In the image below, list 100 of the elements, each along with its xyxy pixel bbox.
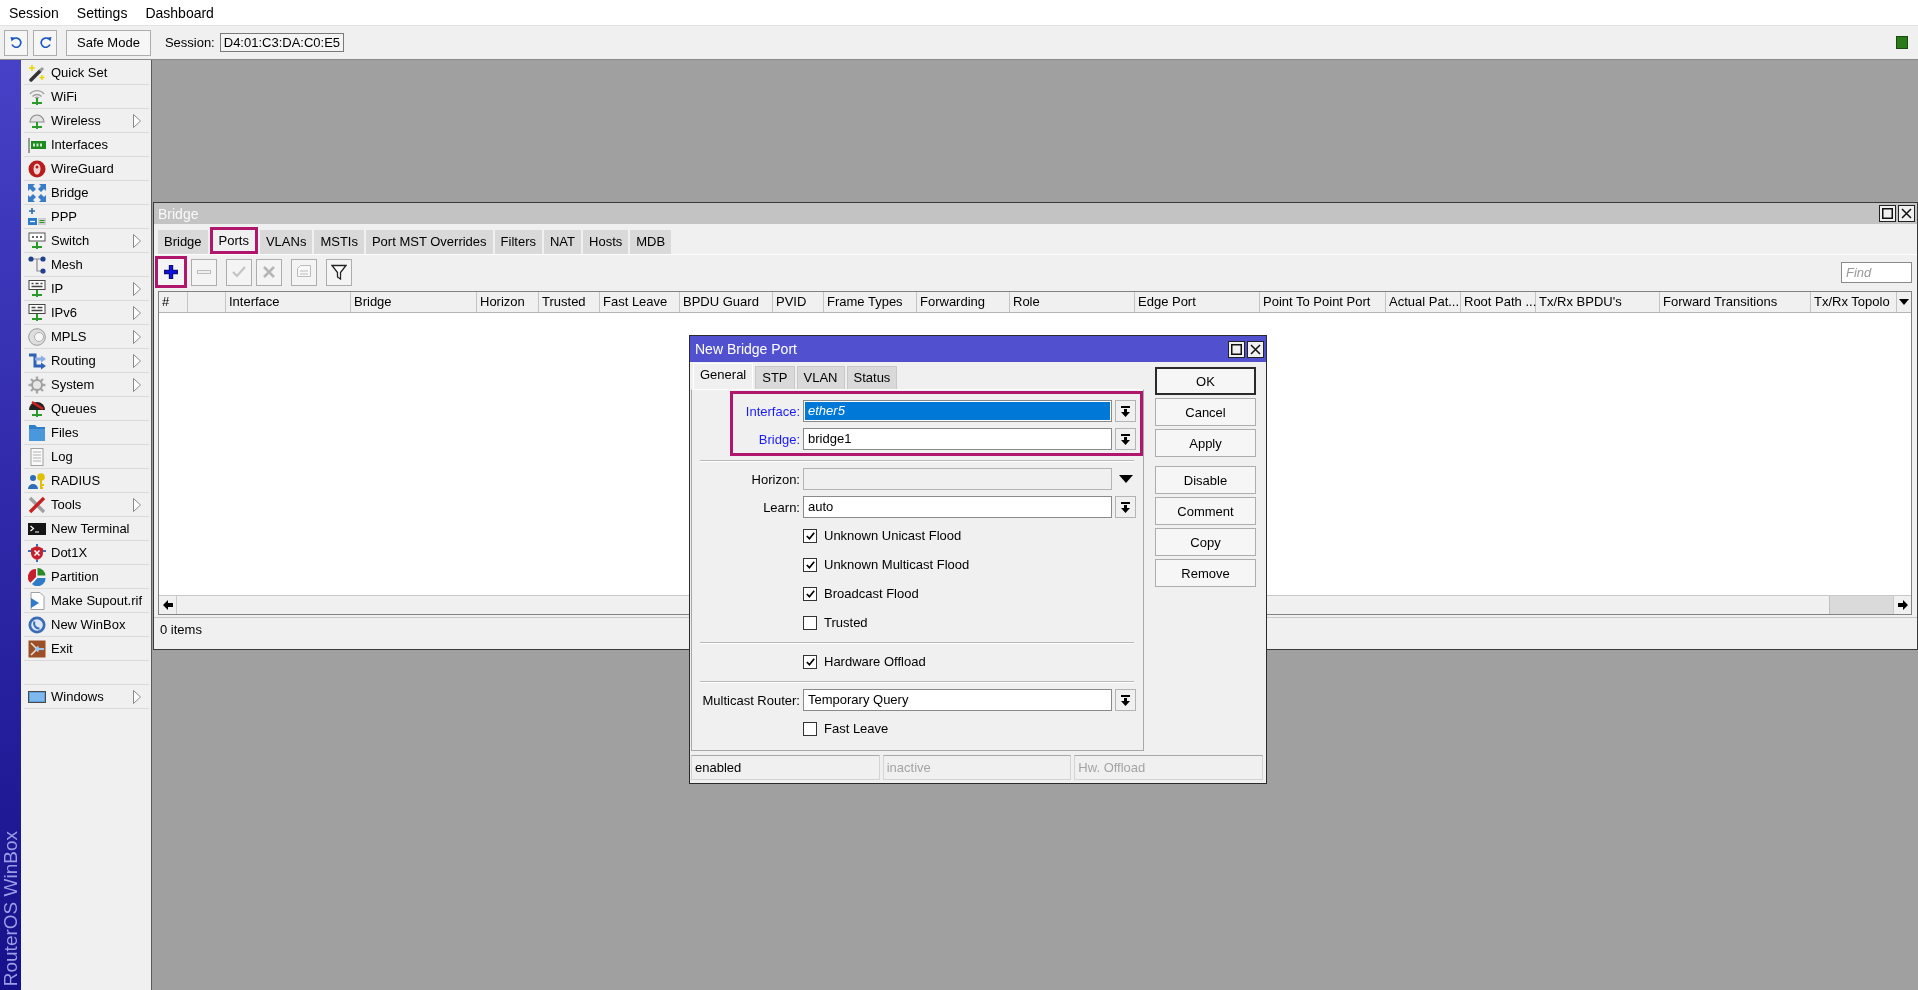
menu-item[interactable]: Settings	[67, 2, 137, 23]
close-button[interactable]	[1247, 340, 1264, 358]
column-header[interactable]: Frame Types	[824, 292, 917, 312]
scroll-right-button[interactable]	[1893, 596, 1911, 614]
sidebar-item[interactable]: MPLS	[24, 325, 149, 349]
action-button[interactable]: Comment	[1155, 497, 1256, 525]
sidebar-item[interactable]: Bridge	[24, 181, 149, 205]
caret-icon[interactable]	[1118, 475, 1133, 483]
sidebar-item[interactable]: Quick Set	[24, 61, 149, 85]
checkbox[interactable]	[803, 654, 817, 669]
column-header[interactable]: Interface	[226, 292, 351, 312]
sidebar-item[interactable]: Dot1X	[24, 541, 149, 565]
sidebar-item[interactable]: Windows	[24, 685, 149, 709]
checkmark-icon	[805, 560, 815, 569]
file-icon	[28, 591, 46, 610]
sidebar-item[interactable]: Queues	[24, 397, 149, 421]
checkbox[interactable]	[803, 721, 817, 736]
tab[interactable]: STP	[755, 366, 795, 389]
gear-icon	[28, 375, 46, 394]
sidebar-item[interactable]: WireGuard	[24, 157, 149, 181]
sidebar-item[interactable]: New Terminal	[24, 517, 149, 541]
sidebar-item[interactable]: Routing	[24, 349, 149, 373]
sidebar-item[interactable]: Tools	[24, 493, 149, 517]
safe-mode-button[interactable]: Safe Mode	[66, 29, 151, 56]
action-button[interactable]: OK	[1155, 367, 1256, 395]
close-button[interactable]	[1898, 205, 1915, 222]
select-field[interactable]: ether5	[803, 400, 1112, 422]
tab[interactable]: MSTIs	[314, 230, 364, 254]
left-arrow-icon	[162, 600, 173, 610]
sidebar-item[interactable]: New WinBox	[24, 613, 149, 637]
column-header[interactable]: Bridge	[351, 292, 477, 312]
select-field[interactable]: bridge1	[803, 428, 1112, 450]
sidebar-item[interactable]: Mesh	[24, 253, 149, 277]
column-header[interactable]: Tx/Rx Topolo	[1811, 292, 1897, 312]
sidebar-item[interactable]: WiFi	[24, 85, 149, 109]
column-header[interactable]: Tx/Rx BPDU's	[1536, 292, 1660, 312]
column-header[interactable]: Edge Port	[1135, 292, 1260, 312]
column-header[interactable]: Horizon	[477, 292, 539, 312]
column-header[interactable]: Point To Point Port	[1260, 292, 1386, 312]
column-header[interactable]: Root Path ...	[1461, 292, 1536, 312]
maximize-button[interactable]	[1228, 340, 1245, 358]
sidebar-item[interactable]: Interfaces	[24, 133, 149, 157]
tab[interactable]: Status	[846, 366, 898, 389]
dropdown-button[interactable]	[1115, 428, 1136, 450]
sidebar-item[interactable]: Wireless	[24, 109, 149, 133]
action-button[interactable]: Disable	[1155, 466, 1256, 494]
menu-item[interactable]: Dashboard	[136, 2, 223, 23]
sidebar-item[interactable]: PPP	[24, 205, 149, 229]
sidebar-item[interactable]: Log	[24, 445, 149, 469]
checkbox[interactable]	[803, 615, 817, 630]
select-field[interactable]: auto	[803, 496, 1112, 518]
column-header[interactable]: Forwarding	[917, 292, 1010, 312]
tab[interactable]: Hosts	[583, 230, 629, 254]
action-button[interactable]: Copy	[1155, 528, 1256, 556]
tab[interactable]: VLANs	[259, 230, 313, 254]
sidebar-item[interactable]: RADIUS	[24, 469, 149, 493]
sidebar-item[interactable]: Files	[24, 421, 149, 445]
column-header[interactable]: #	[159, 292, 188, 312]
sidebar-item[interactable]: System	[24, 373, 149, 397]
tab[interactable]: Bridge	[158, 230, 208, 254]
caret-icon[interactable]	[1899, 299, 1909, 305]
column-header[interactable]: Trusted	[539, 292, 600, 312]
column-header[interactable]: Forward Transitions	[1660, 292, 1811, 312]
sidebar-item[interactable]: IP	[24, 277, 149, 301]
session-field[interactable]: D4:01:C3:DA:C0:E5	[219, 33, 345, 52]
find-field[interactable]: Find	[1841, 261, 1912, 283]
tab[interactable]: NAT	[543, 230, 581, 254]
add-button[interactable]	[155, 256, 187, 288]
menu-item[interactable]: Session	[0, 2, 68, 23]
sidebar-item[interactable]: Exit	[24, 637, 149, 661]
tab[interactable]: General	[693, 363, 754, 389]
sidebar-item[interactable]: IPv6	[24, 301, 149, 325]
column-header[interactable]: PVID	[773, 292, 824, 312]
select-field[interactable]: Temporary Query	[803, 689, 1112, 711]
column-header[interactable]: BPDU Guard	[680, 292, 773, 312]
undo-button[interactable]	[4, 29, 28, 56]
action-button[interactable]: Apply	[1155, 429, 1256, 457]
sidebar-item[interactable]: Make Supout.rif	[24, 589, 149, 613]
filter-button[interactable]	[326, 258, 352, 286]
tab[interactable]: VLAN	[796, 366, 845, 389]
tab[interactable]: Filters	[494, 230, 542, 254]
sidebar-item[interactable]: Switch	[24, 229, 149, 253]
tab[interactable]: MDB	[630, 230, 672, 254]
dropdown-button[interactable]	[1115, 689, 1136, 711]
redo-button[interactable]	[33, 29, 57, 56]
tab[interactable]: Port MST Overrides	[365, 230, 493, 254]
checkbox[interactable]	[803, 528, 817, 543]
column-header[interactable]: Fast Leave	[600, 292, 680, 312]
checkbox[interactable]	[803, 586, 817, 601]
sidebar-item[interactable]: Partition	[24, 565, 149, 589]
dropdown-button[interactable]	[1115, 496, 1136, 518]
dropdown-button[interactable]	[1115, 400, 1136, 422]
column-header[interactable]: Role	[1010, 292, 1135, 312]
maximize-button[interactable]	[1879, 205, 1896, 222]
dropdown-field[interactable]	[803, 468, 1112, 490]
action-button[interactable]: Remove	[1155, 559, 1256, 587]
checkbox[interactable]	[803, 557, 817, 572]
action-button[interactable]: Cancel	[1155, 398, 1256, 426]
tab[interactable]: Ports	[209, 227, 258, 254]
column-header[interactable]: Actual Pat...	[1386, 292, 1461, 312]
